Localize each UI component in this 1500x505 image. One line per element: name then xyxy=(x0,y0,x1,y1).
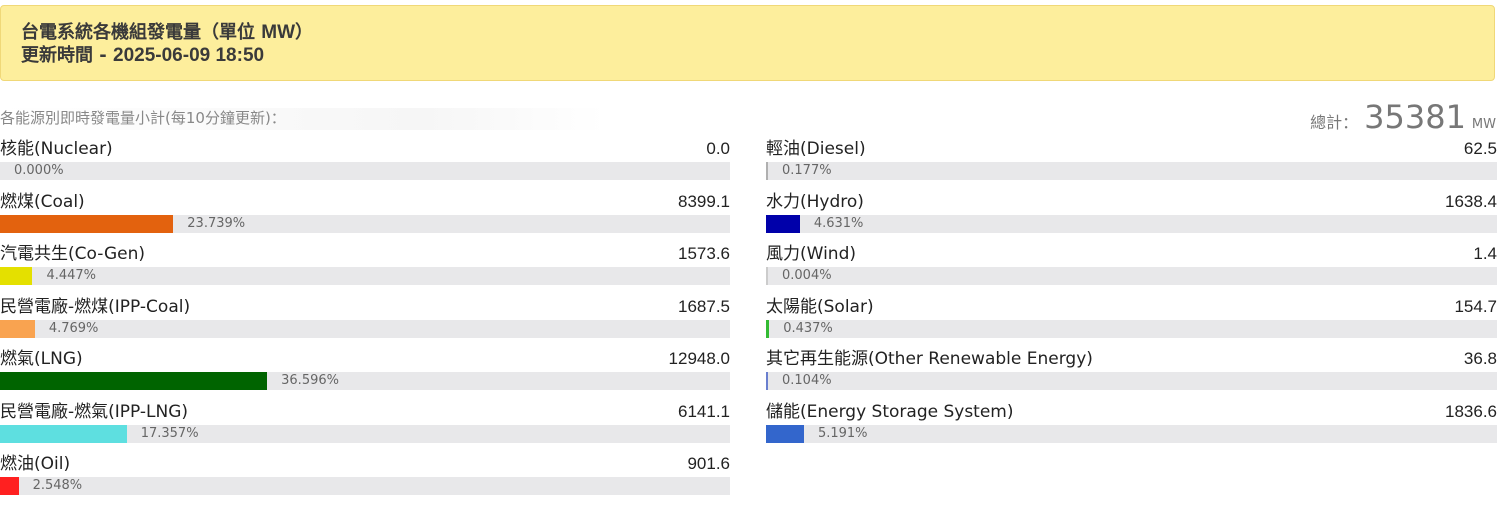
energy-row: 風力(Wind) 1.4 0.004% xyxy=(766,243,1497,295)
share-bar-fill xyxy=(0,372,268,390)
share-bar-fill xyxy=(766,372,768,390)
energy-value: 1836.6 xyxy=(1445,401,1497,421)
energy-value: 901.6 xyxy=(687,454,730,473)
share-percent: 23.739% xyxy=(187,215,246,231)
share-percent: 4.631% xyxy=(813,215,864,231)
energy-value: 12948.0 xyxy=(668,349,730,368)
energy-row: 核能(Nuclear) 0.0 0.000% xyxy=(0,138,730,190)
energy-name: 燃氣(LNG) xyxy=(0,349,83,369)
energy-name: 燃油(Oil) xyxy=(0,454,71,474)
share-bar-track: 0.437% xyxy=(766,319,1497,338)
share-bar-track: 4.631% xyxy=(766,214,1497,233)
energy-row: 燃油(Oil) 901.6 2.548% xyxy=(0,453,730,505)
energy-row: 民營電廠-燃氣(IPP-LNG) 6141.1 17.357% xyxy=(0,401,730,453)
update-time-label: 更新時間 - xyxy=(21,45,114,66)
energy-row: 燃煤(Coal) 8399.1 23.739% xyxy=(0,191,730,243)
share-bar-fill xyxy=(0,267,33,285)
energy-name: 太陽能(Solar) xyxy=(766,296,874,317)
share-percent: 0.104% xyxy=(782,373,832,388)
share-percent: 0.437% xyxy=(783,320,833,336)
energy-name: 其它再生能源(Other Renewable Energy) xyxy=(766,349,1093,369)
energy-value: 1573.6 xyxy=(678,244,730,263)
total-value: 35381 xyxy=(1364,98,1466,136)
share-bar-track: 0.104% xyxy=(766,372,1497,390)
energy-row: 汽電共生(Co-Gen) 1573.6 4.447% xyxy=(0,243,730,295)
energy-value: 62.5 xyxy=(1463,139,1497,158)
share-bar-fill xyxy=(766,267,768,285)
share-percent: 4.447% xyxy=(46,268,97,283)
title-suffix: ） xyxy=(295,22,314,43)
share-bar-track: 17.357% xyxy=(0,424,730,443)
energy-name: 儲能(Energy Storage System) xyxy=(766,401,1014,422)
energy-row: 燃氣(LNG) 12948.0 36.596% xyxy=(0,348,730,400)
update-time-value: 2025-06-09 18:50 xyxy=(113,45,265,66)
energy-name: 燃煤(Coal) xyxy=(0,191,85,212)
share-bar-fill xyxy=(0,214,174,233)
share-percent: 36.596% xyxy=(281,373,339,388)
energy-row: 水力(Hydro) 1638.4 4.631% xyxy=(766,191,1497,243)
share-bar-track: 4.769% xyxy=(0,319,730,338)
energy-name: 民營電廠-燃煤(IPP-Coal) xyxy=(0,296,191,317)
share-percent: 4.769% xyxy=(48,320,99,336)
share-bar-fill xyxy=(766,214,800,233)
energy-value: 1638.4 xyxy=(1445,191,1497,211)
title-prefix: 台電系統各機組發電量（單位 xyxy=(21,22,262,43)
energy-value: 36.8 xyxy=(1463,349,1497,368)
share-bar-track: 4.447% xyxy=(0,267,730,285)
share-bar-track: 0.004% xyxy=(766,267,1497,285)
energy-name: 水力(Hydro) xyxy=(766,191,864,212)
share-bar-fill xyxy=(0,477,19,495)
share-bar-track: 36.596% xyxy=(0,372,730,390)
energy-name: 風力(Wind) xyxy=(766,244,856,264)
energy-row: 太陽能(Solar) 154.7 0.437% xyxy=(766,296,1497,348)
energy-row: 民營電廠-燃煤(IPP-Coal) 1687.5 4.769% xyxy=(0,296,730,348)
share-bar-track: 2.548% xyxy=(0,477,730,495)
total-output: 總計： 35381 MW xyxy=(1310,98,1496,136)
total-label: 總計： xyxy=(1310,113,1359,132)
energy-name: 輕油(Diesel) xyxy=(766,139,866,159)
share-percent: 2.548% xyxy=(32,478,83,493)
energy-value: 1687.5 xyxy=(678,296,730,316)
energy-row: 其它再生能源(Other Renewable Energy) 36.8 0.104% xyxy=(766,348,1497,400)
share-percent: 0.177% xyxy=(782,163,832,178)
share-bar-fill xyxy=(766,319,770,338)
share-bar-track: 5.191% xyxy=(766,424,1497,443)
energy-name: 核能(Nuclear) xyxy=(0,139,113,159)
energy-name: 民營電廠-燃氣(IPP-LNG) xyxy=(0,401,189,422)
share-percent: 5.191% xyxy=(817,425,868,441)
share-bar-fill xyxy=(0,424,127,443)
share-bar-fill xyxy=(766,424,804,443)
share-percent: 0.000% xyxy=(14,163,64,178)
share-percent: 17.357% xyxy=(140,425,199,441)
header-banner: 台電系統各機組發電量（單位 MW） 更新時間 - 2025-06-09 18:5… xyxy=(0,5,1495,81)
share-bar-fill xyxy=(766,162,768,180)
update-time: 更新時間 - 2025-06-09 18:50 xyxy=(21,41,264,67)
energy-value: 0.0 xyxy=(706,139,730,158)
share-bar-track: 0.000% xyxy=(0,162,730,180)
total-unit: MW xyxy=(1471,117,1496,132)
energy-value: 1.4 xyxy=(1473,244,1497,263)
share-bar-track: 23.739% xyxy=(0,214,730,233)
section-subtitle: 各能源別即時發電量小計(每10分鐘更新)： xyxy=(0,108,605,130)
title-unit: MW xyxy=(261,22,296,43)
energy-name: 汽電共生(Co-Gen) xyxy=(0,244,146,264)
energy-value: 154.7 xyxy=(1454,296,1497,316)
energy-value: 6141.1 xyxy=(678,401,730,421)
energy-row: 儲能(Energy Storage System) 1836.6 5.191% xyxy=(766,401,1497,453)
energy-row: 輕油(Diesel) 62.5 0.177% xyxy=(766,138,1497,190)
share-bar-fill xyxy=(0,319,35,338)
share-percent: 0.004% xyxy=(782,268,832,283)
energy-value: 8399.1 xyxy=(678,191,730,211)
share-bar-track: 0.177% xyxy=(766,162,1497,180)
